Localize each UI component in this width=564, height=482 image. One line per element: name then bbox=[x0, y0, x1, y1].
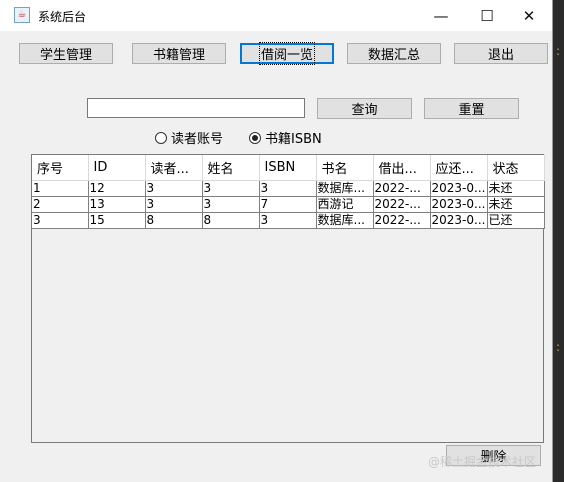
table-cell[interactable]: 2023-0... bbox=[430, 196, 488, 213]
radio-book-isbn[interactable]: 书籍ISBN bbox=[249, 128, 322, 147]
borrow-table[interactable]: 序号 ID 读者... 姓名 ISBN 书名 借出... 应还... 状态 1 … bbox=[31, 154, 545, 443]
table-cell[interactable]: 3 bbox=[145, 196, 203, 213]
reset-button[interactable]: 重置 bbox=[424, 98, 519, 119]
table-cell[interactable]: 2022-... bbox=[373, 196, 431, 213]
radio-selected-icon bbox=[249, 131, 261, 144]
table-cell[interactable]: 数据库... bbox=[316, 180, 374, 197]
window-title: 系统后台 bbox=[38, 10, 87, 24]
nav-borrow-overview-button[interactable]: 借阅一览 bbox=[240, 42, 334, 65]
close-icon[interactable]: ✕ bbox=[506, 0, 552, 31]
search-input[interactable] bbox=[87, 98, 305, 118]
column-header[interactable]: ISBN bbox=[259, 155, 317, 181]
java-cup-icon: ☕ bbox=[14, 7, 30, 23]
radio-reader-account[interactable]: 读者账号 bbox=[155, 128, 223, 147]
table-cell[interactable]: 未还 bbox=[487, 180, 545, 197]
table-cell[interactable]: 3 bbox=[259, 212, 317, 229]
minimize-icon[interactable]: — bbox=[418, 0, 464, 31]
table-cell[interactable]: 2023-0... bbox=[430, 180, 488, 197]
table-row[interactable]: 1 12 3 3 3 数据库... 2022-... 2023-0... 未还 bbox=[32, 180, 545, 197]
table-cell[interactable]: 15 bbox=[88, 212, 146, 229]
table-cell[interactable]: 7 bbox=[259, 196, 317, 213]
nav-data-summary-button[interactable]: 数据汇总 bbox=[347, 43, 441, 64]
column-header[interactable]: 书名 bbox=[316, 155, 374, 181]
query-button[interactable]: 查询 bbox=[317, 98, 412, 119]
table-cell[interactable]: 西游记 bbox=[316, 196, 374, 213]
table-cell[interactable]: 2 bbox=[32, 196, 89, 213]
column-header[interactable]: 姓名 bbox=[202, 155, 260, 181]
table-cell[interactable]: 13 bbox=[88, 196, 146, 213]
table-cell[interactable]: 3 bbox=[32, 212, 89, 229]
app-window: ☕ 系统后台 — ☐ ✕ 学生管理 书籍管理 借阅一览 数据汇总 退出 查询 重… bbox=[0, 0, 553, 482]
table-row[interactable]: 2 13 3 3 7 西游记 2022-... 2023-0... 未还 bbox=[32, 196, 545, 213]
title-bar[interactable]: ☕ 系统后台 — ☐ ✕ bbox=[0, 0, 552, 31]
radio-unselected-icon bbox=[155, 131, 167, 144]
table-cell[interactable]: 1 bbox=[32, 180, 89, 197]
table-cell[interactable]: 3 bbox=[145, 180, 203, 197]
table-cell[interactable]: 12 bbox=[88, 180, 146, 197]
background-editor-fragment: : bbox=[556, 340, 561, 354]
table-cell[interactable]: 2022-... bbox=[373, 212, 431, 229]
table-cell[interactable]: 8 bbox=[145, 212, 203, 229]
table-cell[interactable]: 2023-0... bbox=[430, 212, 488, 229]
background-editor-fragment: : bbox=[556, 44, 561, 58]
column-header[interactable]: 应还... bbox=[430, 155, 488, 181]
watermark: @稀土掘金技术社区 bbox=[428, 455, 537, 469]
column-header[interactable]: 借出... bbox=[373, 155, 431, 181]
nav-book-management-button[interactable]: 书籍管理 bbox=[132, 43, 226, 64]
column-header[interactable]: 序号 bbox=[32, 155, 89, 181]
column-header[interactable]: 状态 bbox=[487, 155, 545, 181]
nav-student-management-button[interactable]: 学生管理 bbox=[19, 43, 113, 64]
column-header[interactable]: 读者... bbox=[145, 155, 203, 181]
table-cell[interactable]: 未还 bbox=[487, 196, 545, 213]
table-cell[interactable]: 已还 bbox=[487, 212, 545, 229]
nav-exit-button[interactable]: 退出 bbox=[454, 43, 548, 64]
table-cell[interactable]: 8 bbox=[202, 212, 260, 229]
table-cell[interactable]: 2022-... bbox=[373, 180, 431, 197]
table-header-row: 序号 ID 读者... 姓名 ISBN 书名 借出... 应还... 状态 bbox=[32, 155, 545, 181]
table-row[interactable]: 3 15 8 8 3 数据库... 2022-... 2023-0... 已还 bbox=[32, 212, 545, 229]
column-header[interactable]: ID bbox=[88, 155, 146, 181]
table-cell[interactable]: 3 bbox=[202, 196, 260, 213]
table-cell[interactable]: 数据库... bbox=[316, 212, 374, 229]
table-cell[interactable]: 3 bbox=[259, 180, 317, 197]
maximize-icon[interactable]: ☐ bbox=[464, 0, 510, 31]
table-cell[interactable]: 3 bbox=[202, 180, 260, 197]
